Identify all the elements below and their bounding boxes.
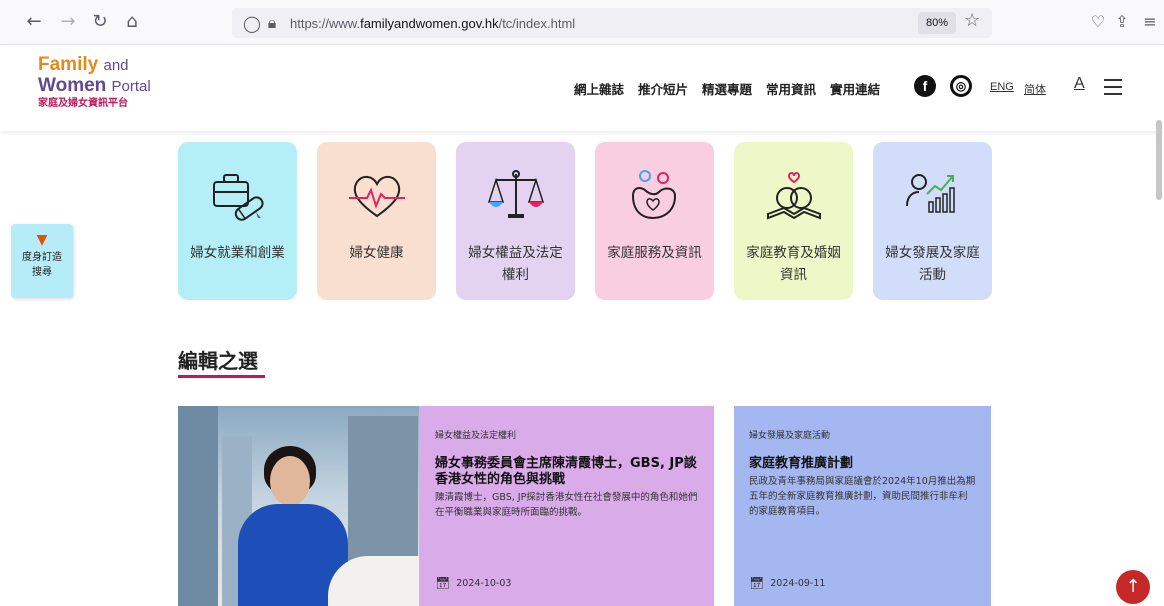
article-category[interactable]: 婦女發展及家庭活動 [749,428,976,441]
article-body: 婦女權益及法定權利 婦女事務委員會主席陳清霞博士，GBS, JP談香港女性的角色… [419,406,714,606]
nav-item-features[interactable]: 精選專題 [702,79,752,98]
category-label: 婦女就業和創業 [190,245,285,261]
category-label: 家庭服務及資訊 [607,245,702,261]
zoom-level-button[interactable]: 80% [918,12,957,34]
back-arrow-icon[interactable]: ← [22,10,46,34]
lang-eng-link[interactable]: ENG [990,81,1014,93]
lock-icon[interactable]: 🔒︎ [262,13,282,33]
nav-item-links[interactable]: 實用連結 [830,79,880,98]
calendar-icon: 📅︎ [749,576,765,590]
section-title-underline [178,375,265,378]
article-category[interactable]: 婦女權益及法定權利 [435,428,698,441]
category-label: 婦女健康 [349,245,404,261]
menu-icon[interactable]: ≡ [1138,10,1162,34]
article-date: 📅︎ 2024-10-03 [435,576,511,590]
article-date-text: 2024-09-11 [770,577,826,589]
site-header: Family and Women Portal 家庭及婦女資訊平台 網上雜誌 推… [0,45,1164,131]
bookmark-star-icon[interactable]: ☆ [964,10,980,31]
calendar-icon: 📅︎ [435,576,451,590]
category-card-family-education[interactable]: 家庭教育及婚姻資訊 [734,142,853,300]
article-photo[interactable] [178,406,419,606]
nav-item-info[interactable]: 常用資訊 [766,79,816,98]
article-headline[interactable]: 婦女事務委員會主席陳清霞博士，GBS, JP談香港女性的角色與挑戰 [435,456,698,488]
article-headline[interactable]: 家庭教育推廣計劃 [749,456,976,472]
article-date-text: 2024-10-03 [456,577,512,589]
article-card[interactable]: 婦女發展及家庭活動 家庭教育推廣計劃 民政及青年事務局與家庭議會於2024年10… [734,406,991,606]
category-cards: 婦女就業和創業 婦女健康 婦女權益及法定權利 家庭服務及資訊 家庭教育及婚姻資訊… [178,142,992,300]
category-card-employment[interactable]: 婦女就業和創業 [178,142,297,300]
main-nav: 網上雜誌 推介短片 精選專題 常用資訊 實用連結 [574,79,880,98]
pocket-icon[interactable]: ♡ [1086,10,1110,34]
back-to-top-button[interactable]: ↑ [1116,570,1150,604]
article-date: 📅︎ 2024-09-11 [749,576,825,590]
nav-item-videos[interactable]: 推介短片 [638,79,688,98]
nav-item-magazine[interactable]: 網上雜誌 [574,79,624,98]
scales-icon [487,170,545,218]
site-logo[interactable]: Family and Women Portal 家庭及婦女資訊平台 [38,55,168,121]
hamburger-menu-icon[interactable] [1104,79,1122,100]
browser-toolbar: ← → ↻ ⌂ ◯ 🔒︎ https://www.familyandwomen.… [0,0,1164,45]
custom-search-tab[interactable]: ▼ 度身訂造搜尋 [11,224,73,298]
facebook-icon[interactable]: f [914,75,936,97]
category-card-health[interactable]: 婦女健康 [317,142,436,300]
section-title: 編輯之選 [178,349,258,373]
shield-icon[interactable]: ◯ [242,14,262,33]
category-label: 婦女權益及法定權利 [468,245,563,283]
url-text[interactable]: https://www.familyandwomen.gov.hk/tc/ind… [290,16,575,31]
article-description: 陳清霞博士，GBS, JP探討香港女性在社會發展中的角色和她們在平衡職業與家庭時… [435,492,698,518]
forward-arrow-icon[interactable]: → [56,10,80,34]
address-bar[interactable]: ◯ 🔒︎ https://www.familyandwomen.gov.hk/t… [232,8,992,38]
home-icon[interactable]: ⌂ [120,10,144,34]
share-icon[interactable]: ⇪ [1110,10,1134,34]
arrow-up-icon: ↑ [1125,576,1141,597]
article-description: 民政及青年事務局與家庭議會於2024年10月推出為期五年的全新家庭教育推廣計劃，… [749,476,976,517]
category-card-development[interactable]: 婦女發展及家庭活動 [873,142,992,300]
category-card-rights[interactable]: 婦女權益及法定權利 [456,142,575,300]
reload-icon[interactable]: ↻ [88,10,112,34]
font-size-button[interactable]: A [1074,75,1085,93]
category-label: 家庭教育及婚姻資訊 [746,245,841,283]
heartbeat-icon [349,176,405,218]
filter-icon: ▼ [36,232,48,248]
page-scrollbar[interactable] [1156,120,1162,200]
family-care-icon [631,170,677,220]
briefcase-icon [213,174,264,221]
custom-search-label: 度身訂造搜尋 [22,252,62,278]
lang-sc-link[interactable]: 简体 [1024,81,1046,97]
rings-icon [767,172,821,220]
article-card[interactable]: 婦女權益及法定權利 婦女事務委員會主席陳清霞博士，GBS, JP談香港女性的角色… [178,406,714,606]
category-label: 婦女發展及家庭活動 [885,245,980,283]
instagram-icon[interactable]: ◎ [950,75,972,97]
category-card-family-services[interactable]: 家庭服務及資訊 [595,142,714,300]
growth-chart-icon [906,174,955,213]
